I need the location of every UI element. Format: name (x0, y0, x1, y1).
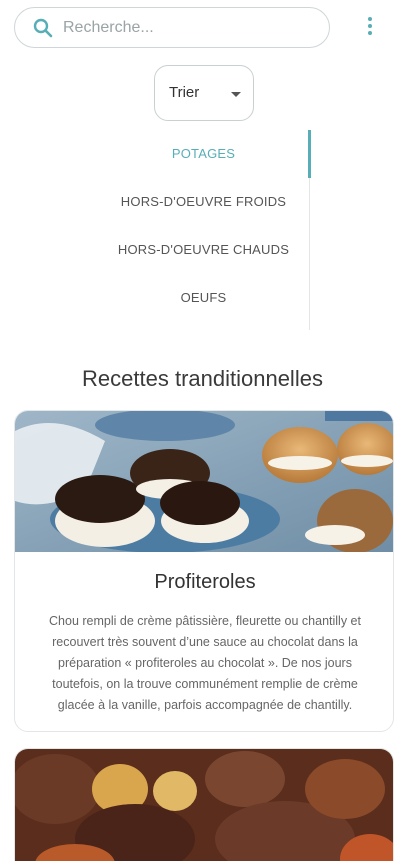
section-title: Recettes tranditionnelles (82, 366, 323, 391)
category-potages[interactable]: POTAGES (100, 130, 307, 178)
recipe-card[interactable] (14, 748, 394, 861)
recipe-card[interactable]: Profiteroles Chou rempli de crème pâtiss… (14, 410, 394, 732)
active-category-indicator (308, 130, 311, 178)
recipe-title: Profiteroles (154, 571, 256, 593)
search-icon (33, 18, 53, 38)
sort-label: Trier (169, 84, 200, 101)
recipe-image (15, 411, 393, 552)
category-hors-doeuvre-froids[interactable]: HORS-D'OEUVRE FROIDS (100, 178, 307, 226)
sort-dropdown[interactable]: Trier (154, 65, 254, 121)
search-bar[interactable] (14, 7, 330, 48)
category-menu: POTAGES HORS-D'OEUVRE FROIDS HORS-D'OEUV… (0, 130, 405, 330)
category-oeufs[interactable]: OEUFS (100, 274, 307, 322)
caret-down-icon (231, 92, 241, 97)
category-hors-doeuvre-chauds[interactable]: HORS-D'OEUVRE CHAUDS (100, 226, 307, 274)
recipe-description: Chou rempli de crème pâtissière, fleuret… (49, 614, 361, 712)
recipe-image (15, 749, 393, 861)
search-input[interactable] (63, 17, 313, 39)
more-vert-icon[interactable] (364, 17, 376, 39)
